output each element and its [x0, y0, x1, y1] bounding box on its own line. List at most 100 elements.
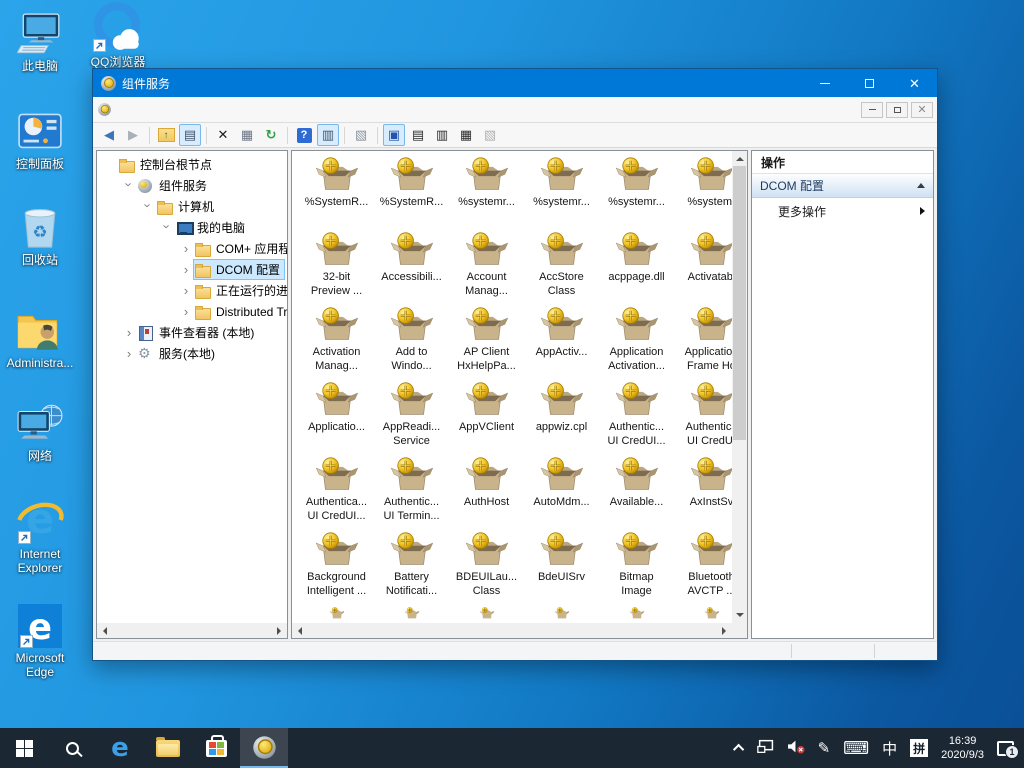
scroll-down-button[interactable]: [732, 608, 747, 623]
toolbar-button[interactable]: [407, 124, 429, 146]
actions-group-dcom[interactable]: DCOM 配置: [752, 174, 933, 198]
toolbar-button[interactable]: [350, 124, 372, 146]
minimize-button[interactable]: [802, 69, 847, 97]
menu-item[interactable]: [164, 106, 180, 114]
maximize-button[interactable]: [847, 69, 892, 97]
menu-item[interactable]: [148, 106, 164, 114]
dcom-component-item[interactable]: [599, 607, 674, 620]
dcom-component-item[interactable]: Activation Manag...: [299, 307, 374, 382]
taskbar-component-services-button[interactable]: [240, 728, 288, 768]
menu-item[interactable]: [116, 106, 132, 114]
dcom-component-item[interactable]: %systemr...: [599, 157, 674, 232]
tree-horizontal-scrollbar[interactable]: [97, 623, 287, 638]
tree-node[interactable]: COM+ 应用程序: [97, 238, 287, 259]
taskbar-edge-button[interactable]: e: [96, 728, 144, 768]
expander-icon[interactable]: [122, 178, 136, 193]
dcom-component-item[interactable]: BdeUISrv: [524, 532, 599, 607]
titlebar[interactable]: 组件服务 ✕: [93, 69, 937, 97]
dcom-component-item[interactable]: %systemr...: [524, 157, 599, 232]
dcom-component-item[interactable]: Available...: [599, 457, 674, 532]
dcom-component-item[interactable]: AccStore Class: [524, 232, 599, 307]
ime-mode-indicator[interactable]: 中: [882, 738, 897, 759]
toolbar-button[interactable]: [455, 124, 477, 146]
scroll-left-button[interactable]: [97, 623, 112, 638]
expander-icon[interactable]: [160, 220, 174, 235]
tree-node[interactable]: 计算机: [97, 196, 287, 217]
dcom-component-item[interactable]: [524, 607, 599, 620]
dcom-component-item[interactable]: [299, 607, 374, 620]
dcom-component-item[interactable]: Applicatio...: [299, 382, 374, 457]
child-close-button[interactable]: ✕: [911, 102, 933, 118]
taskbar-store-button[interactable]: [192, 728, 240, 768]
tree-node[interactable]: DCOM 配置: [97, 259, 287, 280]
tray-chevron-icon[interactable]: [733, 744, 744, 755]
desktop-icon-admin-folder[interactable]: Administra...: [0, 303, 80, 370]
collapse-icon[interactable]: [917, 183, 925, 188]
toolbar-button[interactable]: [344, 127, 345, 144]
desktop-icon-network[interactable]: 网络: [2, 396, 78, 463]
dcom-component-item[interactable]: %SystemR...: [299, 157, 374, 232]
dcom-component-item[interactable]: Authentic... UI Termin...: [374, 457, 449, 532]
search-button[interactable]: [48, 728, 96, 768]
notification-icon[interactable]: 1: [997, 741, 1014, 756]
clock[interactable]: 16:39 2020/9/3: [941, 734, 984, 762]
dcom-component-item[interactable]: AppVClient: [449, 382, 524, 457]
scroll-up-button[interactable]: [732, 151, 747, 166]
dcom-component-item[interactable]: [374, 607, 449, 620]
dcom-component-item[interactable]: BDEUILau... Class: [449, 532, 524, 607]
list-vertical-scrollbar[interactable]: [732, 151, 747, 623]
tree-node[interactable]: 服务(本地): [97, 343, 287, 364]
scroll-right-button[interactable]: [717, 623, 732, 638]
dcom-component-item[interactable]: Bitmap Image: [599, 532, 674, 607]
dcom-component-item[interactable]: appwiz.cpl: [524, 382, 599, 457]
toolbar-button[interactable]: [212, 124, 234, 146]
desktop-icon-qq-browser[interactable]: QQ浏览器: [86, 2, 150, 69]
toolbar-button[interactable]: [206, 127, 207, 144]
expander-icon[interactable]: [141, 199, 155, 214]
dcom-component-item[interactable]: Background Intelligent ...: [299, 532, 374, 607]
child-minimize-button[interactable]: [861, 102, 883, 118]
scroll-right-button[interactable]: [272, 623, 287, 638]
toolbar-button[interactable]: [260, 124, 282, 146]
toolbar-button[interactable]: [431, 124, 453, 146]
toolbar-button[interactable]: [377, 127, 378, 144]
ime-layout-indicator[interactable]: 拼: [910, 739, 928, 757]
toolbar-button[interactable]: [383, 124, 405, 146]
desktop-icon-internet-explorer[interactable]: e Internet Explorer: [2, 494, 78, 575]
toolbar-button[interactable]: [236, 124, 258, 146]
dcom-component-item[interactable]: Account Manag...: [449, 232, 524, 307]
tree-node[interactable]: 组件服务: [97, 175, 287, 196]
tree-node[interactable]: 事件查看器 (本地): [97, 322, 287, 343]
dcom-component-item[interactable]: Authentica... UI CredUI...: [299, 457, 374, 532]
expander-icon[interactable]: [179, 262, 193, 277]
expander-icon[interactable]: [179, 283, 193, 298]
more-actions-item[interactable]: 更多操作: [752, 198, 933, 224]
dcom-component-item[interactable]: AppActiv...: [524, 307, 599, 382]
dcom-component-item[interactable]: 32-bit Preview ...: [299, 232, 374, 307]
desktop-icon-microsoft-edge[interactable]: e Microsoft Edge: [2, 598, 78, 679]
start-button[interactable]: [0, 728, 48, 768]
toolbar-button[interactable]: [155, 124, 177, 146]
scrollbar-thumb[interactable]: [733, 166, 746, 440]
dcom-component-item[interactable]: AP Client HxHelpPa...: [449, 307, 524, 382]
dcom-component-item[interactable]: acppage.dll: [599, 232, 674, 307]
expander-icon[interactable]: [122, 325, 136, 340]
toolbar-button[interactable]: [479, 124, 501, 146]
dcom-component-item[interactable]: Authentic... UI CredUI...: [599, 382, 674, 457]
expander-icon[interactable]: [179, 304, 193, 319]
tray-volume-muted-icon[interactable]: [787, 739, 805, 757]
tree-node[interactable]: 我的电脑: [97, 217, 287, 238]
dcom-component-item[interactable]: %SystemR...: [374, 157, 449, 232]
dcom-component-item[interactable]: Application Activation...: [599, 307, 674, 382]
dcom-component-item[interactable]: [449, 607, 524, 620]
dcom-component-item[interactable]: AppReadi... Service: [374, 382, 449, 457]
toolbar-button[interactable]: [149, 127, 150, 144]
child-restore-button[interactable]: [886, 102, 908, 118]
dcom-component-item[interactable]: %systemr...: [449, 157, 524, 232]
tray-keyboard-icon[interactable]: ⌨: [843, 740, 869, 756]
tree-node[interactable]: 正在运行的进程: [97, 280, 287, 301]
tree-node[interactable]: Distributed Trar: [97, 301, 287, 322]
desktop-icon-this-pc[interactable]: 此电脑: [2, 6, 78, 73]
tree-node[interactable]: 控制台根节点: [97, 154, 287, 175]
tray-network-icon[interactable]: [757, 739, 774, 757]
